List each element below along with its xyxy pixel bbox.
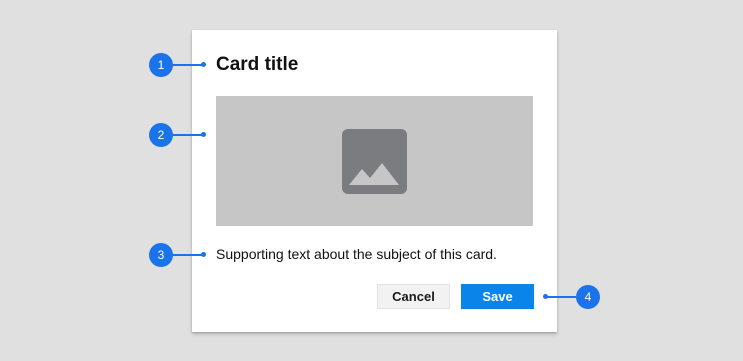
callout-line-1 bbox=[173, 64, 203, 66]
callout-dot-1 bbox=[201, 62, 206, 67]
card: Card title Supporting text about the sub… bbox=[192, 30, 557, 332]
callout-badge-2: 2 bbox=[149, 123, 173, 147]
callout-dot-3 bbox=[201, 252, 206, 257]
callout-badge-4: 4 bbox=[576, 285, 600, 309]
card-title: Card title bbox=[216, 54, 299, 75]
callout-line-2 bbox=[173, 134, 203, 136]
save-button[interactable]: Save bbox=[461, 284, 534, 309]
cancel-button[interactable]: Cancel bbox=[377, 284, 450, 309]
card-media bbox=[216, 96, 533, 226]
callout-badge-3: 3 bbox=[149, 243, 173, 267]
supporting-text: Supporting text about the subject of thi… bbox=[216, 246, 497, 262]
callout-dot-2 bbox=[201, 132, 206, 137]
callout-line-3 bbox=[173, 254, 203, 256]
callout-line-4 bbox=[546, 296, 576, 298]
image-placeholder-icon bbox=[342, 129, 407, 194]
callout-badge-1: 1 bbox=[149, 53, 173, 77]
